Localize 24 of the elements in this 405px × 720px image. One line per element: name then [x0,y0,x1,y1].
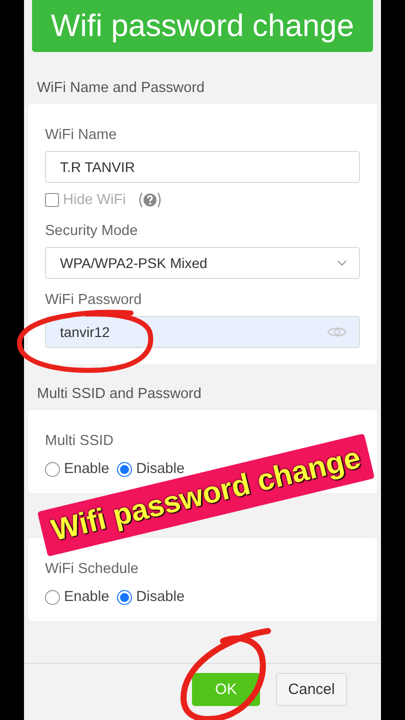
radio-label: Enable [64,589,110,605]
chevron-down-icon [337,260,347,266]
cancel-button[interactable]: Cancel [276,672,347,706]
radio-button[interactable] [117,590,132,604]
checkbox-label: Hide WiFi [63,192,126,208]
field-label: WiFi Name [45,127,117,143]
field-label: WiFi Password [45,292,142,308]
radio-button[interactable] [45,462,60,476]
security-dropdown[interactable]: WPA/WPA2-PSK Mixed [45,247,360,279]
radio-label: Disable [136,589,185,605]
field-label: Security Mode [45,223,138,239]
input-field[interactable]: T.R TANVIR [45,151,360,183]
eye-icon[interactable] [327,326,347,338]
section-heading: WiFi Name and Password [37,80,205,96]
radio-button[interactable] [45,590,60,604]
field-label: Multi SSID [45,433,114,449]
checkbox[interactable] [45,193,59,207]
radio-label: Disable [136,461,185,477]
password-field[interactable]: tanvir12 [45,316,360,348]
section-heading: Multi SSID and Password [37,386,202,402]
help-icon[interactable] [138,192,162,208]
radio-label: Enable [64,461,110,477]
field-label: WiFi Schedule [45,561,138,577]
title-banner: Wifi password change [32,0,373,52]
